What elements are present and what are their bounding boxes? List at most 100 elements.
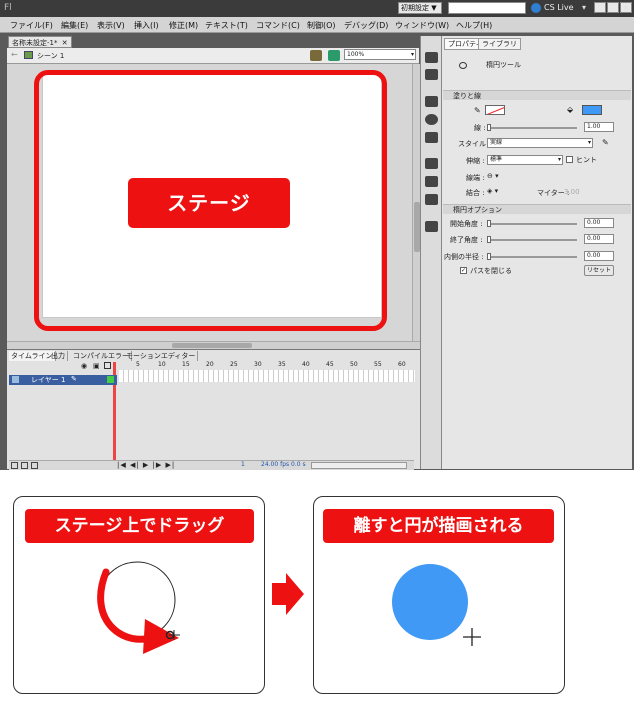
cap-label: 線端 : xyxy=(466,174,485,182)
maximize-icon[interactable] xyxy=(607,2,619,13)
cslive-dropdown-icon[interactable]: ▾ xyxy=(582,3,586,12)
close-icon[interactable]: × xyxy=(620,2,632,13)
menu-modify[interactable]: 修正(M) xyxy=(169,20,198,31)
vertical-scrollbar[interactable] xyxy=(412,64,420,341)
menu-control[interactable]: 制御(O) xyxy=(307,20,336,31)
layer-row[interactable]: レイヤー 1 ✎ xyxy=(9,375,117,385)
current-frame: 1 xyxy=(241,461,245,468)
timeline-panel: タイムライン 出力 コンパイルエラー モーションエディター 5 10 15 20… xyxy=(7,349,420,470)
swatches-icon[interactable] xyxy=(425,69,438,80)
result-illustration xyxy=(392,564,481,646)
edit-scene-icon[interactable] xyxy=(310,50,322,61)
layer-name[interactable]: レイヤー 1 xyxy=(31,375,65,385)
frame-number: 10 xyxy=(158,361,166,368)
end-angle-slider[interactable] xyxy=(487,239,577,241)
tab-compile-errors[interactable]: コンパイルエラー xyxy=(71,351,132,361)
trash-icon[interactable] xyxy=(31,462,38,469)
inner-radius-slider[interactable] xyxy=(487,256,577,258)
fill-stroke-section[interactable]: 塗りと線 xyxy=(443,90,631,100)
start-angle-input[interactable]: 0.00 xyxy=(584,218,614,228)
scene-icon xyxy=(24,51,33,59)
tab-output[interactable]: 出力 xyxy=(49,351,68,361)
new-layer-icon[interactable] xyxy=(11,462,18,469)
end-angle-label: 終了角度 : xyxy=(450,236,483,244)
motion-presets-icon[interactable] xyxy=(425,194,438,205)
menu-window[interactable]: ウィンドウ(W) xyxy=(395,20,449,31)
inner-radius-label: 内側の半径 : xyxy=(444,253,484,261)
style-select[interactable]: 実線 ▾ xyxy=(487,138,593,148)
fill-color-swatch[interactable] xyxy=(582,105,602,115)
miter-value[interactable]: 3.00 xyxy=(564,188,580,196)
stroke-slider[interactable] xyxy=(487,127,577,129)
close-tab-icon[interactable]: ✕ xyxy=(62,39,68,47)
code-snippets-icon[interactable] xyxy=(425,221,438,232)
outline-icon[interactable] xyxy=(104,362,111,369)
inner-radius-input[interactable]: 0.00 xyxy=(584,251,614,261)
search-input[interactable] xyxy=(448,2,526,14)
zoom-select[interactable]: 100% ▾ xyxy=(344,49,416,60)
workspace-switcher[interactable]: 初期設定 ▼ xyxy=(398,2,442,14)
frame-rate[interactable]: 24.00 fps xyxy=(261,461,289,468)
end-angle-knob[interactable] xyxy=(487,236,491,243)
pencil-icon: ✎ xyxy=(474,106,481,115)
frame-ruler[interactable]: 5 10 15 20 25 30 35 40 45 50 55 60 xyxy=(119,361,415,370)
edit-style-icon[interactable]: ✎ xyxy=(602,138,609,147)
step1-panel: ステージ上でドラッグ xyxy=(13,496,265,694)
stage-area: ステージ xyxy=(7,64,412,341)
end-angle-input[interactable]: 0.00 xyxy=(584,234,614,244)
menu-edit[interactable]: 編集(E) xyxy=(61,20,88,31)
pencil-icon: ✎ xyxy=(71,375,77,383)
join-label: 結合 : xyxy=(466,189,485,197)
edit-symbol-icon[interactable] xyxy=(328,50,340,61)
close-path-checkbox[interactable]: ✓ xyxy=(460,267,467,274)
frame-number: 30 xyxy=(254,361,262,368)
reset-button[interactable]: リセット xyxy=(584,265,614,276)
tab-motion-editor[interactable]: モーションエディター xyxy=(124,351,199,361)
horizontal-scrollbar[interactable] xyxy=(7,341,420,349)
info-icon[interactable] xyxy=(425,114,438,125)
layer-color-swatch[interactable] xyxy=(107,376,114,383)
color-icon[interactable] xyxy=(425,52,438,63)
align-icon[interactable] xyxy=(425,96,438,107)
back-arrow-icon[interactable]: ← xyxy=(11,50,18,59)
menu-view[interactable]: 表示(V) xyxy=(97,20,125,31)
hint-checkbox[interactable] xyxy=(566,156,573,163)
document-tab[interactable]: 名称未設定-1* ✕ xyxy=(8,36,72,48)
components-icon[interactable] xyxy=(425,176,438,187)
minimize-icon[interactable] xyxy=(594,2,606,13)
menu-help[interactable]: ヘルプ(H) xyxy=(456,20,492,31)
ellipse-options-section[interactable]: 楕円オプション xyxy=(443,204,631,214)
menu-text[interactable]: テキスト(T) xyxy=(205,20,248,31)
cslive-button[interactable]: CS Live xyxy=(544,3,574,12)
stroke-input[interactable]: 1.00 xyxy=(584,122,614,132)
frame-number: 60 xyxy=(398,361,406,368)
menu-commands[interactable]: コマンド(C) xyxy=(256,20,300,31)
stroke-color-swatch[interactable] xyxy=(485,105,505,115)
frame-number: 15 xyxy=(182,361,190,368)
history-icon[interactable] xyxy=(425,158,438,169)
frame-grid[interactable] xyxy=(119,370,415,382)
scene-label[interactable]: シーン 1 xyxy=(37,51,64,61)
stroke-slider-knob[interactable] xyxy=(487,124,491,131)
menu-debug[interactable]: デバッグ(D) xyxy=(344,20,388,31)
start-angle-knob[interactable] xyxy=(487,220,491,227)
menu-file[interactable]: ファイル(F) xyxy=(10,20,53,31)
horizontal-scroll-thumb[interactable] xyxy=(172,343,252,348)
menu-insert[interactable]: 挿入(I) xyxy=(134,20,159,31)
new-folder-icon[interactable] xyxy=(21,462,28,469)
tab-library[interactable]: ライブラリ xyxy=(478,38,521,50)
frame-number: 20 xyxy=(206,361,214,368)
eye-icon[interactable]: ◉ xyxy=(81,362,87,370)
cap-select[interactable]: ⊖ ▾ xyxy=(487,172,499,180)
cslive-icon xyxy=(531,3,541,13)
frame-number: 45 xyxy=(326,361,334,368)
drag-illustration xyxy=(97,561,180,654)
playback-controls[interactable]: |◀ ◀| ▶ |▶ ▶| xyxy=(117,461,175,469)
timeline-scrollbar[interactable] xyxy=(311,462,407,469)
lock-icon[interactable]: ▣ xyxy=(93,362,100,370)
transform-icon[interactable] xyxy=(425,132,438,143)
scale-select[interactable]: 標準 ▾ xyxy=(487,155,563,165)
inner-radius-knob[interactable] xyxy=(487,253,491,260)
join-select[interactable]: ◈ ▾ xyxy=(487,187,498,195)
start-angle-slider[interactable] xyxy=(487,223,577,225)
